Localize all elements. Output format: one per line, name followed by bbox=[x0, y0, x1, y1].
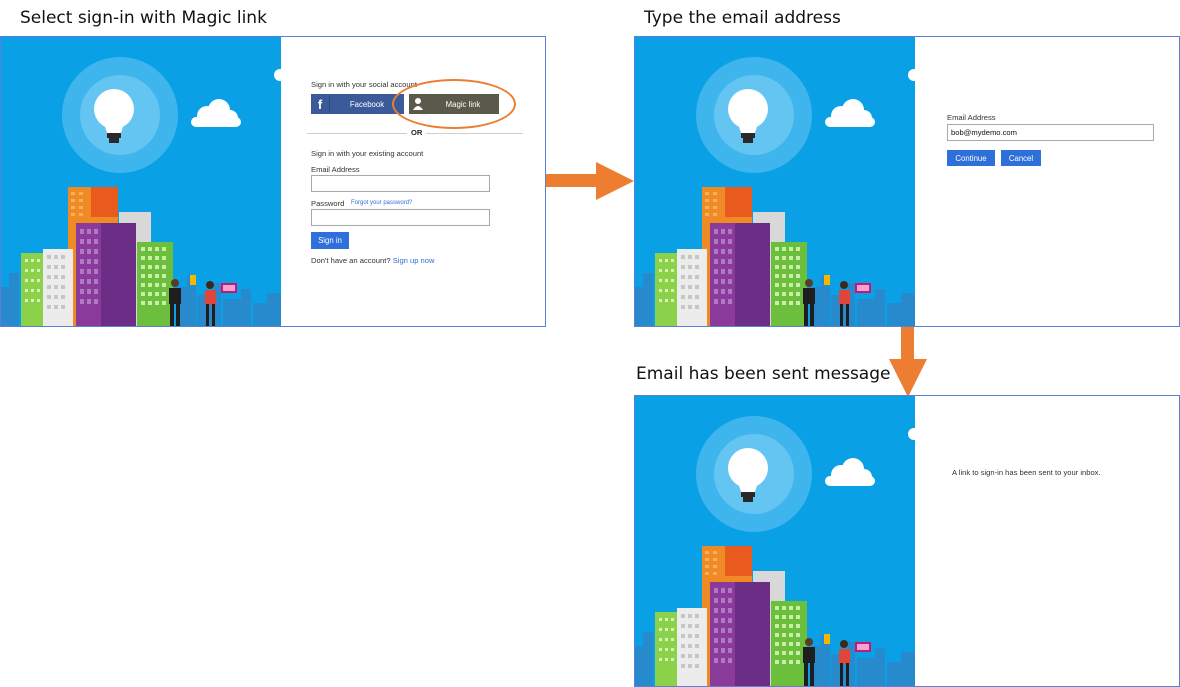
forgot-password-link[interactable]: Forgot your password? bbox=[351, 200, 412, 206]
continue-button[interactable]: Continue bbox=[947, 150, 995, 166]
step2-caption: Type the email address bbox=[644, 8, 841, 28]
signin-panel-step2: Email Address Continue Cancel bbox=[634, 36, 1180, 327]
email-label: Email Address bbox=[947, 113, 996, 122]
lightbulb-icon bbox=[696, 416, 812, 532]
password-field[interactable] bbox=[311, 209, 490, 226]
arrow-right-icon bbox=[546, 162, 634, 200]
panel-notch bbox=[908, 428, 920, 440]
link-sent-message: A link to sign-in has been sent to your … bbox=[952, 468, 1101, 477]
no-account-text: Don't have an account? bbox=[311, 256, 391, 265]
arrow-down-icon bbox=[889, 327, 927, 397]
step3-caption: Email has been sent message bbox=[636, 364, 891, 384]
facebook-button[interactable]: f Facebook bbox=[311, 94, 404, 114]
signup-row: Don't have an account? Sign up now bbox=[311, 256, 434, 265]
hero-illustration bbox=[635, 396, 915, 686]
signin-panel-step3: A link to sign-in has been sent to your … bbox=[634, 395, 1180, 687]
confirmation-area: A link to sign-in has been sent to your … bbox=[916, 396, 1179, 686]
signin-form: Sign in with your social account f Faceb… bbox=[282, 37, 545, 326]
lightbulb-icon bbox=[62, 57, 178, 173]
hero-illustration bbox=[635, 37, 915, 326]
password-label: Password bbox=[311, 199, 345, 208]
or-label: OR bbox=[407, 128, 427, 137]
sign-up-link[interactable]: Sign up now bbox=[393, 256, 435, 265]
email-field[interactable] bbox=[947, 124, 1154, 141]
magic-link-highlight bbox=[392, 79, 516, 129]
lightbulb-icon bbox=[696, 57, 812, 173]
cancel-button[interactable]: Cancel bbox=[1001, 150, 1041, 166]
hero-illustration bbox=[1, 37, 281, 326]
panel-notch bbox=[274, 69, 286, 81]
panel-notch bbox=[908, 69, 920, 81]
existing-account-heading: Sign in with your existing account bbox=[311, 149, 424, 158]
social-heading: Sign in with your social account bbox=[311, 80, 417, 89]
step1-caption: Select sign-in with Magic link bbox=[20, 8, 267, 28]
email-form: Email Address Continue Cancel bbox=[916, 37, 1179, 326]
signin-panel-step1: Sign in with your social account f Faceb… bbox=[0, 36, 546, 327]
facebook-icon: f bbox=[311, 96, 330, 112]
email-label: Email Address bbox=[311, 165, 360, 174]
sign-in-button[interactable]: Sign in bbox=[311, 232, 349, 249]
email-field[interactable] bbox=[311, 175, 490, 192]
